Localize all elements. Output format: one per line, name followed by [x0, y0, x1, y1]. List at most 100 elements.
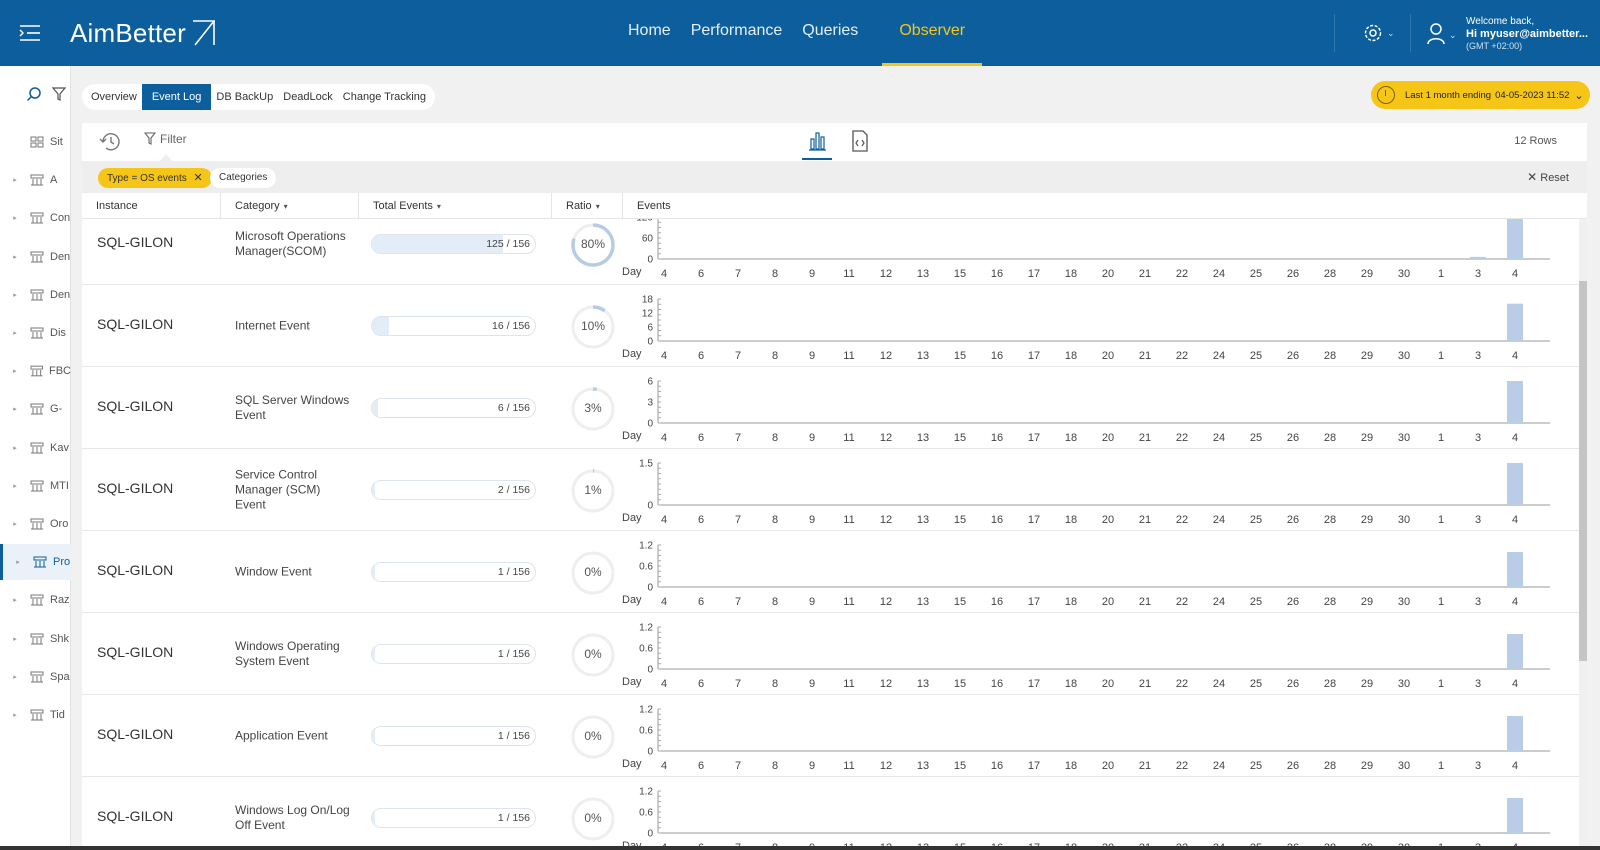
expand-arrow-icon[interactable]: ▸ [8, 520, 22, 528]
tab-deadlock[interactable]: DeadLock [278, 84, 338, 110]
expand-arrow-icon[interactable]: ▸ [8, 176, 22, 184]
scrollbar-thumb[interactable] [1579, 281, 1587, 661]
user-welcome[interactable]: Welcome back, Hi myuser@aimbetter... (GM… [1466, 16, 1588, 52]
table-row[interactable]: SQL-GILON Window Event 1 / 156 0% 1.2 0.6 0 Day… [82, 531, 1587, 613]
divider [1410, 14, 1411, 52]
server-icon [30, 212, 44, 224]
settings-gear-icon[interactable] [1362, 22, 1384, 44]
nav-observer[interactable]: Observer [882, 0, 983, 66]
sidebar-item[interactable]: ▸ Dis [0, 315, 71, 351]
sidebar-item[interactable]: ▸ Spa [0, 659, 71, 695]
sidebar-item[interactable]: ▸ Oro [0, 506, 71, 542]
nav-performance[interactable]: Performance [683, 0, 791, 66]
x-tick-label: 4 [661, 760, 667, 772]
tab-overview[interactable]: Overview [86, 84, 142, 110]
expand-arrow-icon[interactable]: ▸ [8, 214, 22, 222]
col-category[interactable]: Category ▾ [221, 193, 359, 219]
nav-home[interactable]: Home [620, 0, 679, 66]
sidebar-item-label: Tid [50, 709, 65, 721]
expand-arrow-icon[interactable]: ▸ [11, 558, 25, 566]
menu-toggle-icon[interactable] [18, 22, 42, 44]
sidebar-item[interactable]: ▸ Con [0, 200, 71, 236]
sidebar-item[interactable]: ▸ Kav [0, 430, 71, 466]
col-total-events[interactable]: Total Events ▾ [359, 193, 552, 219]
table-row[interactable]: SQL-GILON SQL Server Windows Event 6 / 156… [82, 367, 1587, 449]
event-bar[interactable] [1507, 381, 1523, 423]
x-tick-label: 21 [1139, 350, 1151, 362]
chevron-down-icon[interactable]: ⌄ [1387, 28, 1395, 39]
expand-arrow-icon[interactable]: ▸ [8, 673, 22, 681]
chart-view-button[interactable] [802, 127, 832, 160]
event-bar[interactable] [1507, 716, 1523, 751]
expand-arrow-icon[interactable]: ▸ [8, 635, 22, 643]
expand-arrow-icon[interactable]: ▸ [8, 367, 22, 375]
sidebar-item[interactable]: ▸ Den [0, 239, 71, 275]
vertical-scrollbar[interactable] [1579, 219, 1587, 850]
event-bar[interactable] [1507, 463, 1523, 505]
event-bar[interactable] [1507, 303, 1523, 341]
x-tick-label: 21 [1139, 432, 1151, 444]
tab-db-backup[interactable]: DB BackUp [211, 84, 278, 110]
x-tick-label: 18 [1065, 760, 1077, 772]
type-filter-chip[interactable]: Type = OS events ✕ [98, 168, 212, 188]
event-bar[interactable] [1507, 798, 1523, 833]
sidebar-item[interactable]: Sit [0, 124, 71, 160]
close-icon[interactable]: ✕ [194, 172, 203, 184]
expand-arrow-icon[interactable]: ▸ [8, 444, 22, 452]
table-row[interactable]: SQL-GILON Service Control Manager (SCM) E… [82, 449, 1587, 531]
x-tick-label: 20 [1102, 678, 1114, 690]
reset-button[interactable]: ✕ Reset [1527, 170, 1569, 184]
event-bar[interactable] [1507, 219, 1523, 259]
x-tick-label: 29 [1361, 268, 1373, 280]
filter-icon[interactable] [52, 86, 66, 102]
table-row[interactable]: SQL-GILON Application Event 1 / 156 0% 1.2 0.… [82, 695, 1587, 777]
x-tick-label: 18 [1065, 596, 1077, 608]
table-row[interactable]: SQL-GILON Internet Event 16 / 156 10% 18 12 6 0… [82, 285, 1587, 367]
app-logo[interactable]: AimBetter [70, 18, 217, 49]
sidebar-item[interactable]: ▸ FBC [0, 353, 71, 389]
sidebar-item[interactable]: ▸ MTI [0, 468, 71, 504]
event-bar[interactable] [1507, 634, 1523, 669]
sidebar-item[interactable]: ▸ Shk [0, 621, 71, 657]
tab-change-tracking[interactable]: Change Tracking [338, 84, 431, 110]
expand-arrow-icon[interactable]: ▸ [8, 291, 22, 299]
event-bar[interactable] [1507, 552, 1523, 587]
expand-arrow-icon[interactable]: ▸ [8, 405, 22, 413]
expand-arrow-icon[interactable]: ▸ [8, 482, 22, 490]
x-tick-label: 25 [1250, 432, 1262, 444]
history-icon[interactable] [98, 131, 122, 153]
table-row[interactable]: SQL-GILON Windows Log On/Log Off Event 1 /… [82, 777, 1587, 850]
sidebar-item[interactable]: ▸ Pro [0, 544, 71, 581]
expand-arrow-icon[interactable]: ▸ [8, 711, 22, 719]
tab-event-log[interactable]: Event Log [141, 84, 212, 110]
filter-button[interactable]: Filter [144, 132, 187, 146]
total-events-bar-fill [372, 235, 503, 253]
sidebar-item[interactable]: ▸ G- [0, 391, 71, 427]
expand-arrow-icon[interactable]: ▸ [8, 253, 22, 261]
event-bar[interactable] [1470, 256, 1486, 259]
server-icon [30, 480, 44, 492]
expand-arrow-icon[interactable]: ▸ [8, 329, 22, 337]
search-icon[interactable] [26, 86, 42, 102]
x-tick-label: 11 [843, 596, 854, 608]
code-view-icon[interactable] [850, 129, 870, 153]
col-instance[interactable]: Instance [82, 193, 221, 219]
x-tick-label: 20 [1102, 760, 1114, 772]
col-ratio[interactable]: Ratio ▾ [552, 193, 623, 219]
ratio-ring: 0% [569, 795, 617, 843]
sidebar-item[interactable]: ▸ Den [0, 277, 71, 313]
table-row[interactable]: SQL-GILON Microsoft Operations Manager(SC… [82, 219, 1587, 285]
sidebar-item[interactable]: ▸ A [0, 162, 71, 198]
table-row[interactable]: SQL-GILON Windows Operating System Event 1… [82, 613, 1587, 695]
x-tick-label: 13 [917, 514, 929, 526]
nav-queries[interactable]: Queries [794, 0, 866, 66]
ratio-ring: 0% [569, 549, 617, 597]
chevron-down-icon[interactable]: ⌄ [1449, 30, 1457, 41]
expand-arrow-icon[interactable]: ▸ [8, 596, 22, 604]
y-tick-label: 12 [642, 309, 654, 320]
categories-chip[interactable]: Categories [210, 168, 277, 188]
sidebar-item[interactable]: ▸ Tid [0, 697, 71, 733]
sidebar-item[interactable]: ▸ Raz [0, 582, 71, 618]
user-avatar-icon[interactable] [1426, 22, 1446, 46]
date-range-selector[interactable]: Last 1 month ending 04-05-2023 11:52 ⌄ [1371, 81, 1590, 109]
